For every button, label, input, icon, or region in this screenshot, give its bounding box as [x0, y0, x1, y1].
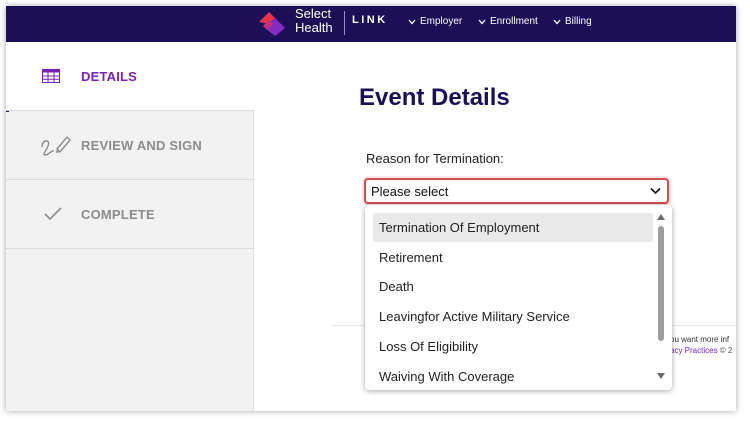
step-complete-label: COMPLETE [81, 206, 155, 222]
option-leaving-for-military-service[interactable]: Leavingfor Active Military Service [373, 302, 653, 331]
product-name: LINK [352, 14, 388, 26]
page-title: Event Details [359, 84, 510, 111]
privacy-practices-link[interactable]: acy Practices [670, 346, 718, 355]
nav-enrollment[interactable]: Enrollment [478, 16, 538, 27]
reason-select-value: Please select [371, 184, 449, 199]
reason-field-label: Reason for Termination: [366, 151, 504, 166]
nav-billing[interactable]: Billing [553, 16, 592, 27]
brand-name: Select Health [295, 7, 333, 35]
app-window: Select Health LINK Employer Enrollment B… [6, 6, 736, 411]
footer-links: acy Practices © 2 [670, 346, 732, 355]
option-loss-of-eligibility[interactable]: Loss Of Eligibility [373, 332, 653, 361]
checkmark-icon [44, 207, 62, 221]
step-details-label: DETAILS [81, 68, 138, 84]
option-death[interactable]: Death [373, 272, 653, 301]
nav-billing-label: Billing [565, 16, 592, 27]
option-termination-of-employment[interactable]: Termination Of Employment [373, 213, 653, 242]
chevron-down-icon [478, 19, 486, 24]
step-review-label: REVIEW AND SIGN [81, 137, 202, 153]
chevron-down-icon [553, 19, 561, 24]
step-complete[interactable]: COMPLETE [6, 180, 254, 249]
top-navigation-bar: Select Health LINK Employer Enrollment B… [6, 6, 736, 42]
brand-line-2: Health [295, 20, 333, 35]
step-details[interactable]: DETAILS [6, 42, 254, 111]
scroll-up-arrow-icon[interactable] [657, 214, 665, 220]
footer-text: ou want more inf [670, 335, 730, 344]
nav-employer[interactable]: Employer [408, 16, 462, 27]
brand-line-1: Select [295, 6, 332, 21]
nav-enrollment-label: Enrollment [490, 16, 538, 27]
nav-employer-label: Employer [420, 16, 463, 27]
step-review-and-sign[interactable]: REVIEW AND SIGN [6, 111, 254, 180]
copyright-text: © 2 [717, 346, 733, 355]
chevron-down-icon [408, 19, 416, 24]
reason-select[interactable]: Please select [364, 178, 669, 204]
select-health-logo-icon[interactable] [255, 8, 289, 38]
brand-divider [344, 11, 345, 35]
table-icon [42, 69, 60, 83]
scrollbar-thumb[interactable] [658, 226, 664, 341]
chevron-down-icon [650, 187, 661, 195]
reason-dropdown-list: Termination Of Employment Retirement Dea… [365, 205, 672, 390]
scroll-down-arrow-icon[interactable] [657, 373, 665, 379]
option-retirement[interactable]: Retirement [373, 243, 653, 272]
signature-pen-icon [41, 135, 71, 156]
option-waiving-with-coverage[interactable]: Waiving With Coverage [373, 362, 653, 390]
